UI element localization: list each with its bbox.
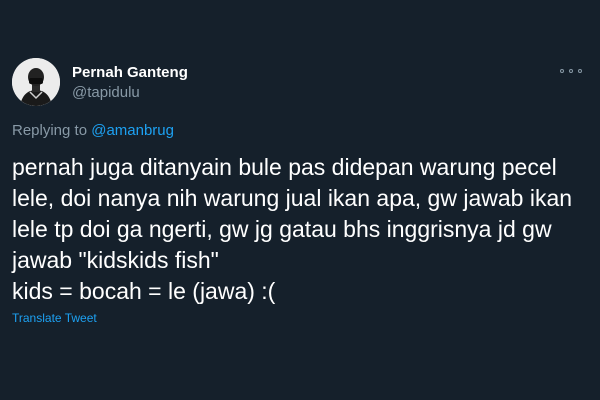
replying-to-label: Replying to xyxy=(12,122,92,139)
replying-to-mention[interactable]: @amanbrug xyxy=(91,122,174,139)
more-options-icon[interactable] xyxy=(560,62,582,80)
more-dot xyxy=(578,69,582,73)
profile-photo-icon xyxy=(12,58,60,106)
more-dot xyxy=(569,69,573,73)
tweet-card: Pernah Ganteng @tapidulu Replying to @am… xyxy=(0,0,600,400)
replying-to-line: Replying to @amanbrug xyxy=(12,122,174,140)
more-dot xyxy=(560,69,564,73)
tweet-text: pernah juga ditanyain bule pas didepan w… xyxy=(12,154,573,304)
avatar[interactable] xyxy=(12,58,60,106)
user-handle[interactable]: @tapidulu xyxy=(72,84,140,102)
display-name[interactable]: Pernah Ganteng xyxy=(72,64,188,82)
translate-tweet-link[interactable]: Translate Tweet xyxy=(12,311,97,325)
